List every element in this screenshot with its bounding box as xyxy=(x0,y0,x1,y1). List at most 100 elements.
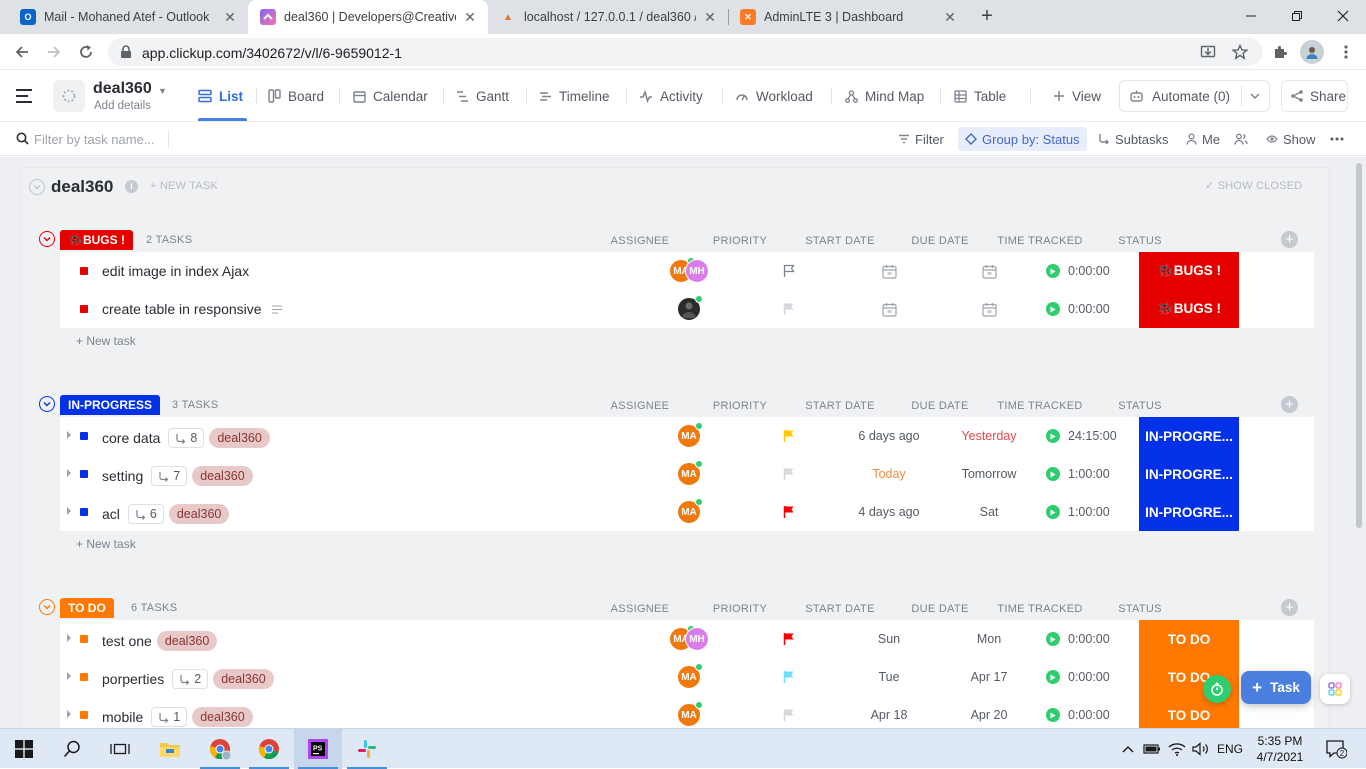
new-task-header-button[interactable]: + NEW TASK xyxy=(150,180,218,192)
language-indicator[interactable]: ENG xyxy=(1214,729,1246,769)
close-tab-icon[interactable]: ✕ xyxy=(942,9,958,26)
time-tracked-cell[interactable]: 1:00:00 xyxy=(1046,493,1110,531)
due-date-cell[interactable]: Apr 20 xyxy=(939,696,1039,728)
play-timer-icon[interactable] xyxy=(1046,264,1060,278)
due-date-cell[interactable]: Mon xyxy=(939,620,1039,658)
play-timer-icon[interactable] xyxy=(1046,429,1060,443)
status-square-icon[interactable] xyxy=(80,673,88,681)
add-view-button[interactable]: View xyxy=(1053,71,1101,121)
collapse-group-icon[interactable] xyxy=(39,599,55,615)
profile-avatar[interactable] xyxy=(1300,40,1324,64)
status-cell[interactable]: 🐞BUGS ! xyxy=(1139,290,1239,328)
task-row[interactable]: mobile 1 deal360 MA Apr 18 Apr 20 0:00:00 TO DO xyxy=(60,696,1314,728)
due-date-cell[interactable]: Apr 17 xyxy=(939,658,1039,696)
task-name-cell[interactable]: acl 6 deal360 xyxy=(102,504,230,524)
task-name[interactable]: setting xyxy=(102,468,143,484)
column-header-assignee[interactable]: ASSIGNEE xyxy=(590,235,690,247)
start-date-cell[interactable] xyxy=(839,290,939,328)
browser-tab-outlook[interactable]: O Mail - Mohaned Atef - Outlook ✕ xyxy=(8,0,248,34)
time-tracked-cell[interactable]: 0:00:00 xyxy=(1046,696,1110,728)
avatar[interactable]: MA xyxy=(677,460,703,486)
task-name-cell[interactable]: create table in responsive xyxy=(102,301,283,317)
column-header-assignee[interactable]: ASSIGNEE xyxy=(590,400,690,412)
column-header-start-date[interactable]: START DATE xyxy=(790,235,890,247)
group-by-button[interactable]: Group by: Status xyxy=(958,127,1087,151)
status-square-icon[interactable] xyxy=(80,432,88,440)
priority-cell[interactable] xyxy=(739,620,839,658)
tab-table[interactable]: Table xyxy=(954,71,1006,121)
column-header-due-date[interactable]: DUE DATE xyxy=(890,603,990,615)
filter-button[interactable]: Filter xyxy=(898,129,944,149)
task-name[interactable]: porperties xyxy=(102,671,164,687)
task-row[interactable]: porperties 2 deal360 MA Tue Apr 17 0:00:00 TO D… xyxy=(60,658,1314,696)
start-date-cell[interactable] xyxy=(839,252,939,290)
start-date-cell[interactable]: Sun xyxy=(839,620,939,658)
chrome-profile-1-icon[interactable] xyxy=(196,729,244,769)
start-date-cell[interactable]: Tue xyxy=(839,658,939,696)
status-square-icon[interactable] xyxy=(80,470,88,478)
address-bar[interactable]: app.clickup.com/3402672/v/l/6-9659012-1 xyxy=(108,38,1263,66)
minimize-button[interactable] xyxy=(1228,0,1274,32)
new-task-button[interactable]: + New task xyxy=(76,334,136,348)
avatar[interactable]: MA xyxy=(677,701,703,727)
task-name-cell[interactable]: edit image in index Ajax xyxy=(102,263,249,279)
column-header-time-tracked[interactable]: TIME TRACKED xyxy=(990,603,1090,615)
assignees-filter-button[interactable] xyxy=(1234,129,1253,149)
volume-icon[interactable] xyxy=(1190,729,1212,769)
list-title[interactable]: deal360 xyxy=(93,80,152,98)
column-header-priority[interactable]: PRIORITY xyxy=(690,400,790,412)
status-cell[interactable]: TO DO xyxy=(1139,620,1239,658)
time-tracked-cell[interactable]: 0:00:00 xyxy=(1046,290,1110,328)
play-timer-icon[interactable] xyxy=(1046,708,1060,722)
collapse-group-icon[interactable] xyxy=(39,231,55,247)
sidebar-toggle-icon[interactable] xyxy=(14,86,34,106)
start-date-cell[interactable]: 6 days ago xyxy=(839,417,939,455)
close-tab-icon[interactable]: ✕ xyxy=(702,9,718,26)
priority-cell[interactable] xyxy=(739,417,839,455)
assignee-cell[interactable]: MA xyxy=(639,658,739,696)
close-tab-icon[interactable]: ✕ xyxy=(462,9,478,26)
phpstorm-icon[interactable]: PS xyxy=(294,729,342,769)
time-tracked-cell[interactable]: 1:00:00 xyxy=(1046,455,1110,493)
maximize-button[interactable] xyxy=(1274,0,1320,32)
task-name[interactable]: test one xyxy=(102,633,152,649)
chevron-down-icon[interactable]: ▼ xyxy=(158,86,167,96)
wifi-icon[interactable] xyxy=(1166,729,1188,769)
task-row[interactable]: create table in responsive 0:00:00 🐞BUGS ! xyxy=(60,290,1314,328)
task-name[interactable]: create table in responsive xyxy=(102,301,262,317)
expand-subtasks-icon[interactable] xyxy=(67,710,71,718)
install-app-icon[interactable] xyxy=(1196,40,1220,64)
time-tracked-cell[interactable]: 24:15:00 xyxy=(1046,417,1117,455)
column-header-due-date[interactable]: DUE DATE xyxy=(890,235,990,247)
tab-list[interactable]: List xyxy=(198,71,248,121)
bookmark-star-icon[interactable] xyxy=(1228,40,1252,64)
tab-activity[interactable]: Activity xyxy=(639,71,703,121)
status-cell[interactable]: IN-PROGRE... xyxy=(1139,493,1239,531)
subtask-count-badge[interactable]: 2 xyxy=(172,669,209,689)
column-header-status[interactable]: STATUS xyxy=(1090,603,1190,615)
avatar[interactable] xyxy=(677,295,703,321)
due-date-cell[interactable] xyxy=(939,252,1039,290)
column-header-status[interactable]: STATUS xyxy=(1090,400,1190,412)
task-tag[interactable]: deal360 xyxy=(192,707,253,727)
create-task-button[interactable]: + Task xyxy=(1241,671,1311,704)
close-window-button[interactable] xyxy=(1320,0,1366,32)
collapse-list-icon[interactable] xyxy=(29,179,45,195)
tab-board[interactable]: Board xyxy=(268,71,324,121)
priority-cell[interactable] xyxy=(739,493,839,531)
browser-menu-icon[interactable] xyxy=(1334,40,1358,64)
tab-workload[interactable]: Workload xyxy=(735,71,813,121)
avatar[interactable]: MH xyxy=(685,259,709,283)
task-row[interactable]: test one deal360 MA MH Sun Mon 0:00:00 TO DO xyxy=(60,620,1314,658)
priority-cell[interactable] xyxy=(739,455,839,493)
browser-tab-clickup[interactable]: deal360 | Developers@Creative-I ✕ xyxy=(248,0,488,34)
info-icon[interactable]: i xyxy=(125,180,138,193)
status-square-icon[interactable] xyxy=(80,305,88,313)
play-timer-icon[interactable] xyxy=(1046,505,1060,519)
close-tab-icon[interactable]: ✕ xyxy=(222,9,238,26)
column-header-start-date[interactable]: START DATE xyxy=(790,400,890,412)
tab-timeline[interactable]: Timeline xyxy=(539,71,610,121)
status-cell[interactable]: IN-PROGRE... xyxy=(1139,417,1239,455)
expand-subtasks-icon[interactable] xyxy=(67,469,71,477)
time-tracked-cell[interactable]: 0:00:00 xyxy=(1046,252,1110,290)
